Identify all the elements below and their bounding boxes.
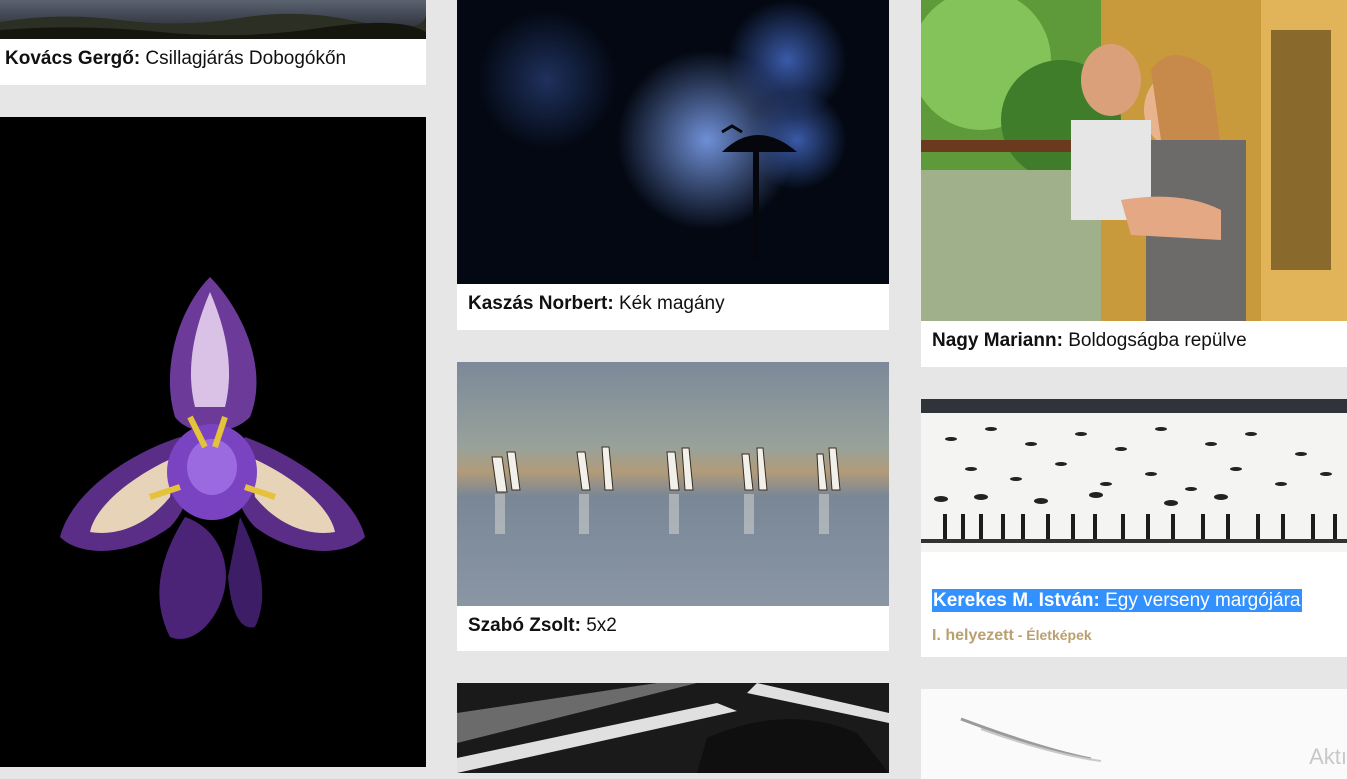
photo-caption[interactable]: Kovács Gergő: Csillagjárás Dobogókőn: [0, 48, 426, 70]
photo-iris-flower[interactable]: [0, 117, 426, 767]
award-separator: -: [1013, 627, 1027, 643]
selected-caption-text[interactable]: Kerekes M. István: Egy verseny margójára: [932, 589, 1302, 612]
photo-caption[interactable]: Kerekes M. István: Egy verseny margójára: [921, 589, 1347, 612]
caption-title: Egy verseny margójára: [1099, 590, 1301, 611]
caption-title: Boldogságba repülve: [1062, 330, 1247, 351]
photo-caption[interactable]: Szabó Zsolt: 5x2: [457, 615, 889, 637]
gallery-card-egy-verseny[interactable]: Kerekes M. István: Egy verseny margójára…: [921, 399, 1347, 657]
caption-title: Csillagjárás Dobogókőn: [140, 48, 347, 69]
caption-author: Kovács Gergő:: [5, 48, 141, 69]
gallery-card-boldogsagba[interactable]: Nagy Mariann: Boldogságba repülve: [921, 0, 1347, 367]
award-label: I. helyezett - Életképek: [932, 627, 1092, 645]
partial-overlay-text: Aktı: [1309, 744, 1347, 769]
photo-kayak-race[interactable]: [921, 399, 1347, 552]
gallery-card-csillagjaras[interactable]: Kovács Gergő: Csillagjárás Dobogókőn: [0, 0, 426, 85]
gallery-card-bw-shadows[interactable]: [457, 683, 889, 773]
caption-author: Szabó Zsolt:: [468, 615, 581, 636]
photo-caption[interactable]: Nagy Mariann: Boldogságba repülve: [921, 330, 1347, 352]
gallery-card-kek-magany[interactable]: Kaszás Norbert: Kék magány: [457, 0, 889, 330]
photo-night-landscape[interactable]: [0, 0, 426, 39]
photo-shadow-window[interactable]: [457, 683, 889, 773]
caption-title: 5x2: [580, 615, 617, 636]
photo-couple-train[interactable]: [921, 0, 1347, 321]
photo-caption[interactable]: Kaszás Norbert: Kék magány: [457, 293, 889, 315]
caption-author: Nagy Mariann:: [932, 330, 1063, 351]
award-place: I. helyezett: [932, 627, 1014, 644]
award-category: Életképek: [1026, 627, 1092, 643]
gallery-card-iris[interactable]: [0, 117, 426, 767]
caption-author: Kerekes M. István:: [933, 590, 1100, 611]
caption-title: Kék magány: [613, 293, 725, 314]
gallery-card-5x2[interactable]: Szabó Zsolt: 5x2: [457, 362, 889, 651]
photo-grebes-lake[interactable]: [457, 362, 889, 606]
photo-white-abstract[interactable]: [921, 689, 1347, 779]
gallery-card-partial[interactable]: Aktı: [921, 689, 1347, 779]
photo-mushroom-bokeh[interactable]: [457, 0, 889, 284]
caption-author: Kaszás Norbert:: [468, 293, 614, 314]
